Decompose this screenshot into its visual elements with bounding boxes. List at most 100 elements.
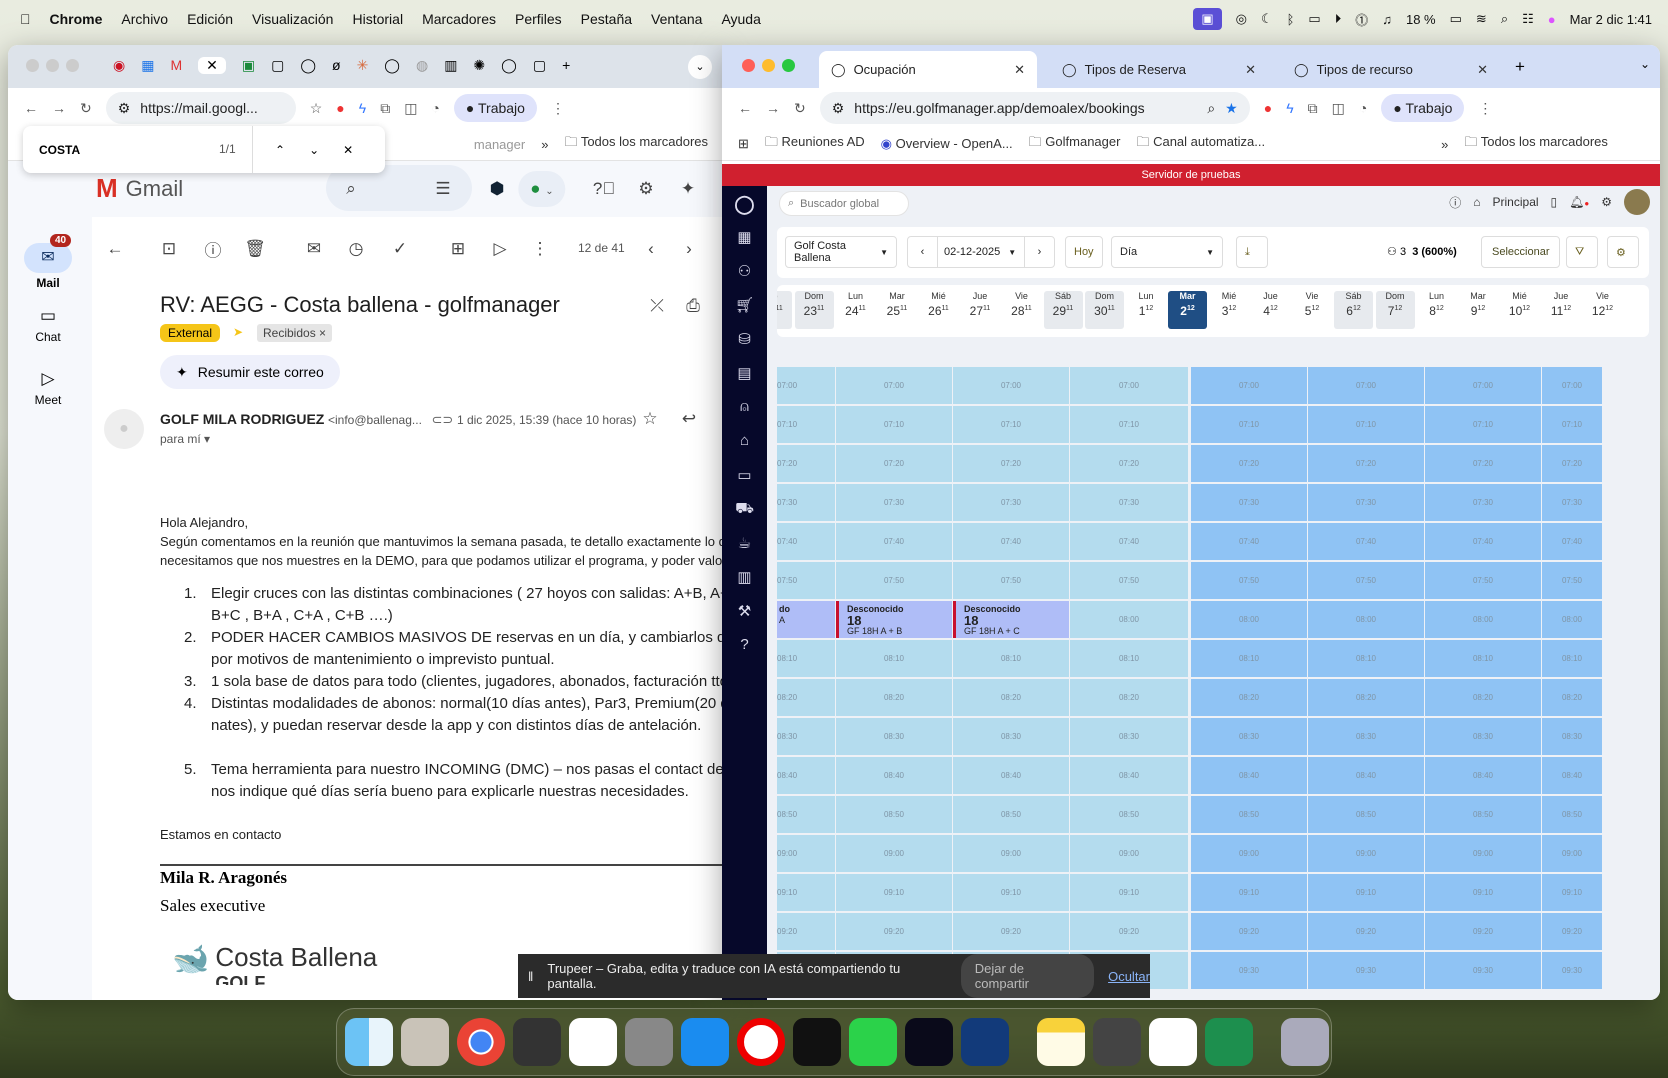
label-inbox[interactable]: Recibidos ×: [257, 324, 332, 342]
split-view-icon[interactable]: ◫: [404, 100, 417, 117]
apple-icon[interactable]: : [20, 11, 31, 27]
extension-hex-icon[interactable]: ⬢: [490, 179, 505, 199]
reload-icon[interactable]: ↻: [80, 100, 92, 117]
rail-meet[interactable]: ▷ Meet: [20, 369, 76, 407]
time-slot[interactable]: 08:20: [953, 679, 1069, 716]
cup-icon[interactable]: ☕︎: [738, 534, 751, 554]
address-bar[interactable]: ⚙ https://eu.golfmanager.app/demoalex/bo…: [820, 92, 1250, 124]
pause-icon[interactable]: ‖: [528, 969, 533, 984]
time-slot[interactable]: 08:30: [1191, 718, 1307, 755]
time-slot[interactable]: 07:40: [1191, 523, 1307, 560]
academy-icon[interactable]: ⌂: [740, 432, 749, 452]
find-previous-icon[interactable]: ⌃: [275, 143, 285, 157]
time-slot[interactable]: 08:50: [836, 796, 952, 833]
time-slot[interactable]: 08:00: [1542, 601, 1602, 638]
help-icon[interactable]: ?⃝: [593, 179, 615, 199]
time-slot[interactable]: 08:50: [1542, 796, 1602, 833]
site-settings-icon[interactable]: ⚙: [832, 100, 845, 117]
bookmark-star-icon[interactable]: ★: [1225, 100, 1238, 117]
time-slot[interactable]: 07:40: [1542, 523, 1602, 560]
back-to-inbox-icon[interactable]: ←: [107, 239, 124, 259]
airdrop-icon[interactable]: ◎: [1236, 11, 1247, 27]
tab-icon-square[interactable]: ▢: [271, 57, 284, 74]
time-slot[interactable]: 07:50: [1425, 562, 1541, 599]
time-slot[interactable]: 07:50: [1191, 562, 1307, 599]
slack-icon[interactable]: [569, 1018, 617, 1066]
tab-icon-gmail[interactable]: M: [170, 57, 182, 74]
back-icon[interactable]: ←: [738, 100, 752, 116]
status-indicator[interactable]: ● ⌄: [518, 171, 565, 207]
time-slot[interactable]: 09:00: [1542, 835, 1602, 872]
time-slot[interactable]: 07:20: [1191, 445, 1307, 482]
tab-icon-openai[interactable]: ✺: [473, 57, 485, 74]
time-slot[interactable]: 09:00: [836, 835, 952, 872]
time-slot[interactable]: 07:00: [1425, 367, 1541, 404]
display-icon[interactable]: ▭: [1308, 11, 1320, 27]
time-slot[interactable]: 08:10: [777, 640, 835, 677]
extension-icon[interactable]: ϟ: [359, 100, 366, 116]
performance-icon[interactable]: ◔: [1359, 100, 1367, 116]
time-slot[interactable]: 08:40: [1542, 757, 1602, 794]
time-slot[interactable]: 09:10: [1191, 874, 1307, 911]
label-icon[interactable]: ▷: [493, 239, 506, 259]
search-icon[interactable]: ⌕: [346, 179, 356, 199]
tab-icon-slash[interactable]: ø: [332, 57, 341, 74]
snooze-icon[interactable]: ◷: [349, 239, 364, 259]
menu-edicion[interactable]: Edición: [187, 11, 233, 27]
menu-perfiles[interactable]: Perfiles: [515, 11, 562, 27]
zoom-icon[interactable]: ⌕: [1207, 100, 1215, 117]
tab-search-icon[interactable]: ⌄: [1640, 57, 1650, 71]
expand-all-icon[interactable]: ⤫: [650, 296, 664, 316]
tab-close-icon[interactable]: ✕: [1245, 62, 1256, 78]
time-slot[interactable]: 09:30: [1191, 952, 1307, 989]
time-slot[interactable]: 08:10: [1191, 640, 1307, 677]
time-slot[interactable]: 07:40: [1070, 523, 1188, 560]
document-icon[interactable]: ▤: [737, 364, 751, 384]
time-slot[interactable]: 07:00: [836, 367, 952, 404]
time-slot[interactable]: 07:50: [777, 562, 835, 599]
time-slot[interactable]: 08:50: [1191, 796, 1307, 833]
print-icon[interactable]: ⎙: [686, 296, 700, 316]
time-slot[interactable]: 07:50: [953, 562, 1069, 599]
headphones-icon[interactable]: ♫: [1382, 12, 1392, 27]
time-slot[interactable]: 08:40: [1070, 757, 1188, 794]
window-zoom-button[interactable]: [66, 59, 79, 72]
time-slot[interactable]: 07:10: [1308, 406, 1424, 443]
time-slot[interactable]: 07:30: [953, 484, 1069, 521]
bookmark-item[interactable]: 🗀 Canal automatiza...: [1136, 133, 1265, 155]
older-icon[interactable]: ›: [686, 239, 692, 259]
window-close-button[interactable]: [26, 59, 39, 72]
performance-icon[interactable]: ◔: [431, 100, 439, 116]
tab-icon-golfmanager-3[interactable]: ◯: [501, 57, 517, 74]
tab-close-icon[interactable]: ✕: [1014, 62, 1025, 78]
time-slot[interactable]: 08:30: [953, 718, 1069, 755]
time-slot[interactable]: 09:10: [1308, 874, 1424, 911]
accessibility-icon[interactable]: ⓵: [1355, 10, 1368, 29]
tab-close-icon[interactable]: ✕: [1477, 62, 1488, 78]
time-slot[interactable]: 07:00: [1308, 367, 1424, 404]
time-slot[interactable]: 08:40: [1308, 757, 1424, 794]
extensions-puzzle-icon[interactable]: ⧉: [380, 100, 390, 117]
control-center-icon[interactable]: ☷: [1522, 11, 1534, 27]
bookmark-star-icon[interactable]: ☆: [310, 100, 323, 117]
bookmark-partial[interactable]: manager: [474, 137, 525, 152]
importance-marker-icon[interactable]: ➤: [233, 325, 243, 339]
battery-icon[interactable]: ▭: [1450, 11, 1462, 27]
report-spam-icon[interactable]: ⓘ: [205, 237, 222, 262]
time-slot[interactable]: 07:10: [1542, 406, 1602, 443]
menu-visualizacion[interactable]: Visualización: [252, 11, 333, 27]
time-slot[interactable]: 08:20: [1542, 679, 1602, 716]
tab-icon-golfmanager-2[interactable]: ◯: [384, 57, 400, 74]
chrome-menu-icon[interactable]: ⋮: [1478, 100, 1492, 117]
forward-icon[interactable]: →: [52, 100, 66, 116]
excel-icon[interactable]: [1205, 1018, 1253, 1066]
rail-mail[interactable]: ✉ 40 Mail: [20, 243, 76, 290]
time-slot[interactable]: 07:30: [1191, 484, 1307, 521]
screen-share-icon[interactable]: ▣: [1193, 8, 1221, 30]
time-slot[interactable]: 08:50: [1308, 796, 1424, 833]
tab-icon-square-2[interactable]: ▢: [533, 57, 546, 74]
time-slot[interactable]: 08:00: [1070, 601, 1188, 638]
finder-icon[interactable]: [345, 1018, 393, 1066]
menu-app-name[interactable]: Chrome: [50, 11, 103, 27]
menu-ventana[interactable]: Ventana: [651, 11, 702, 27]
